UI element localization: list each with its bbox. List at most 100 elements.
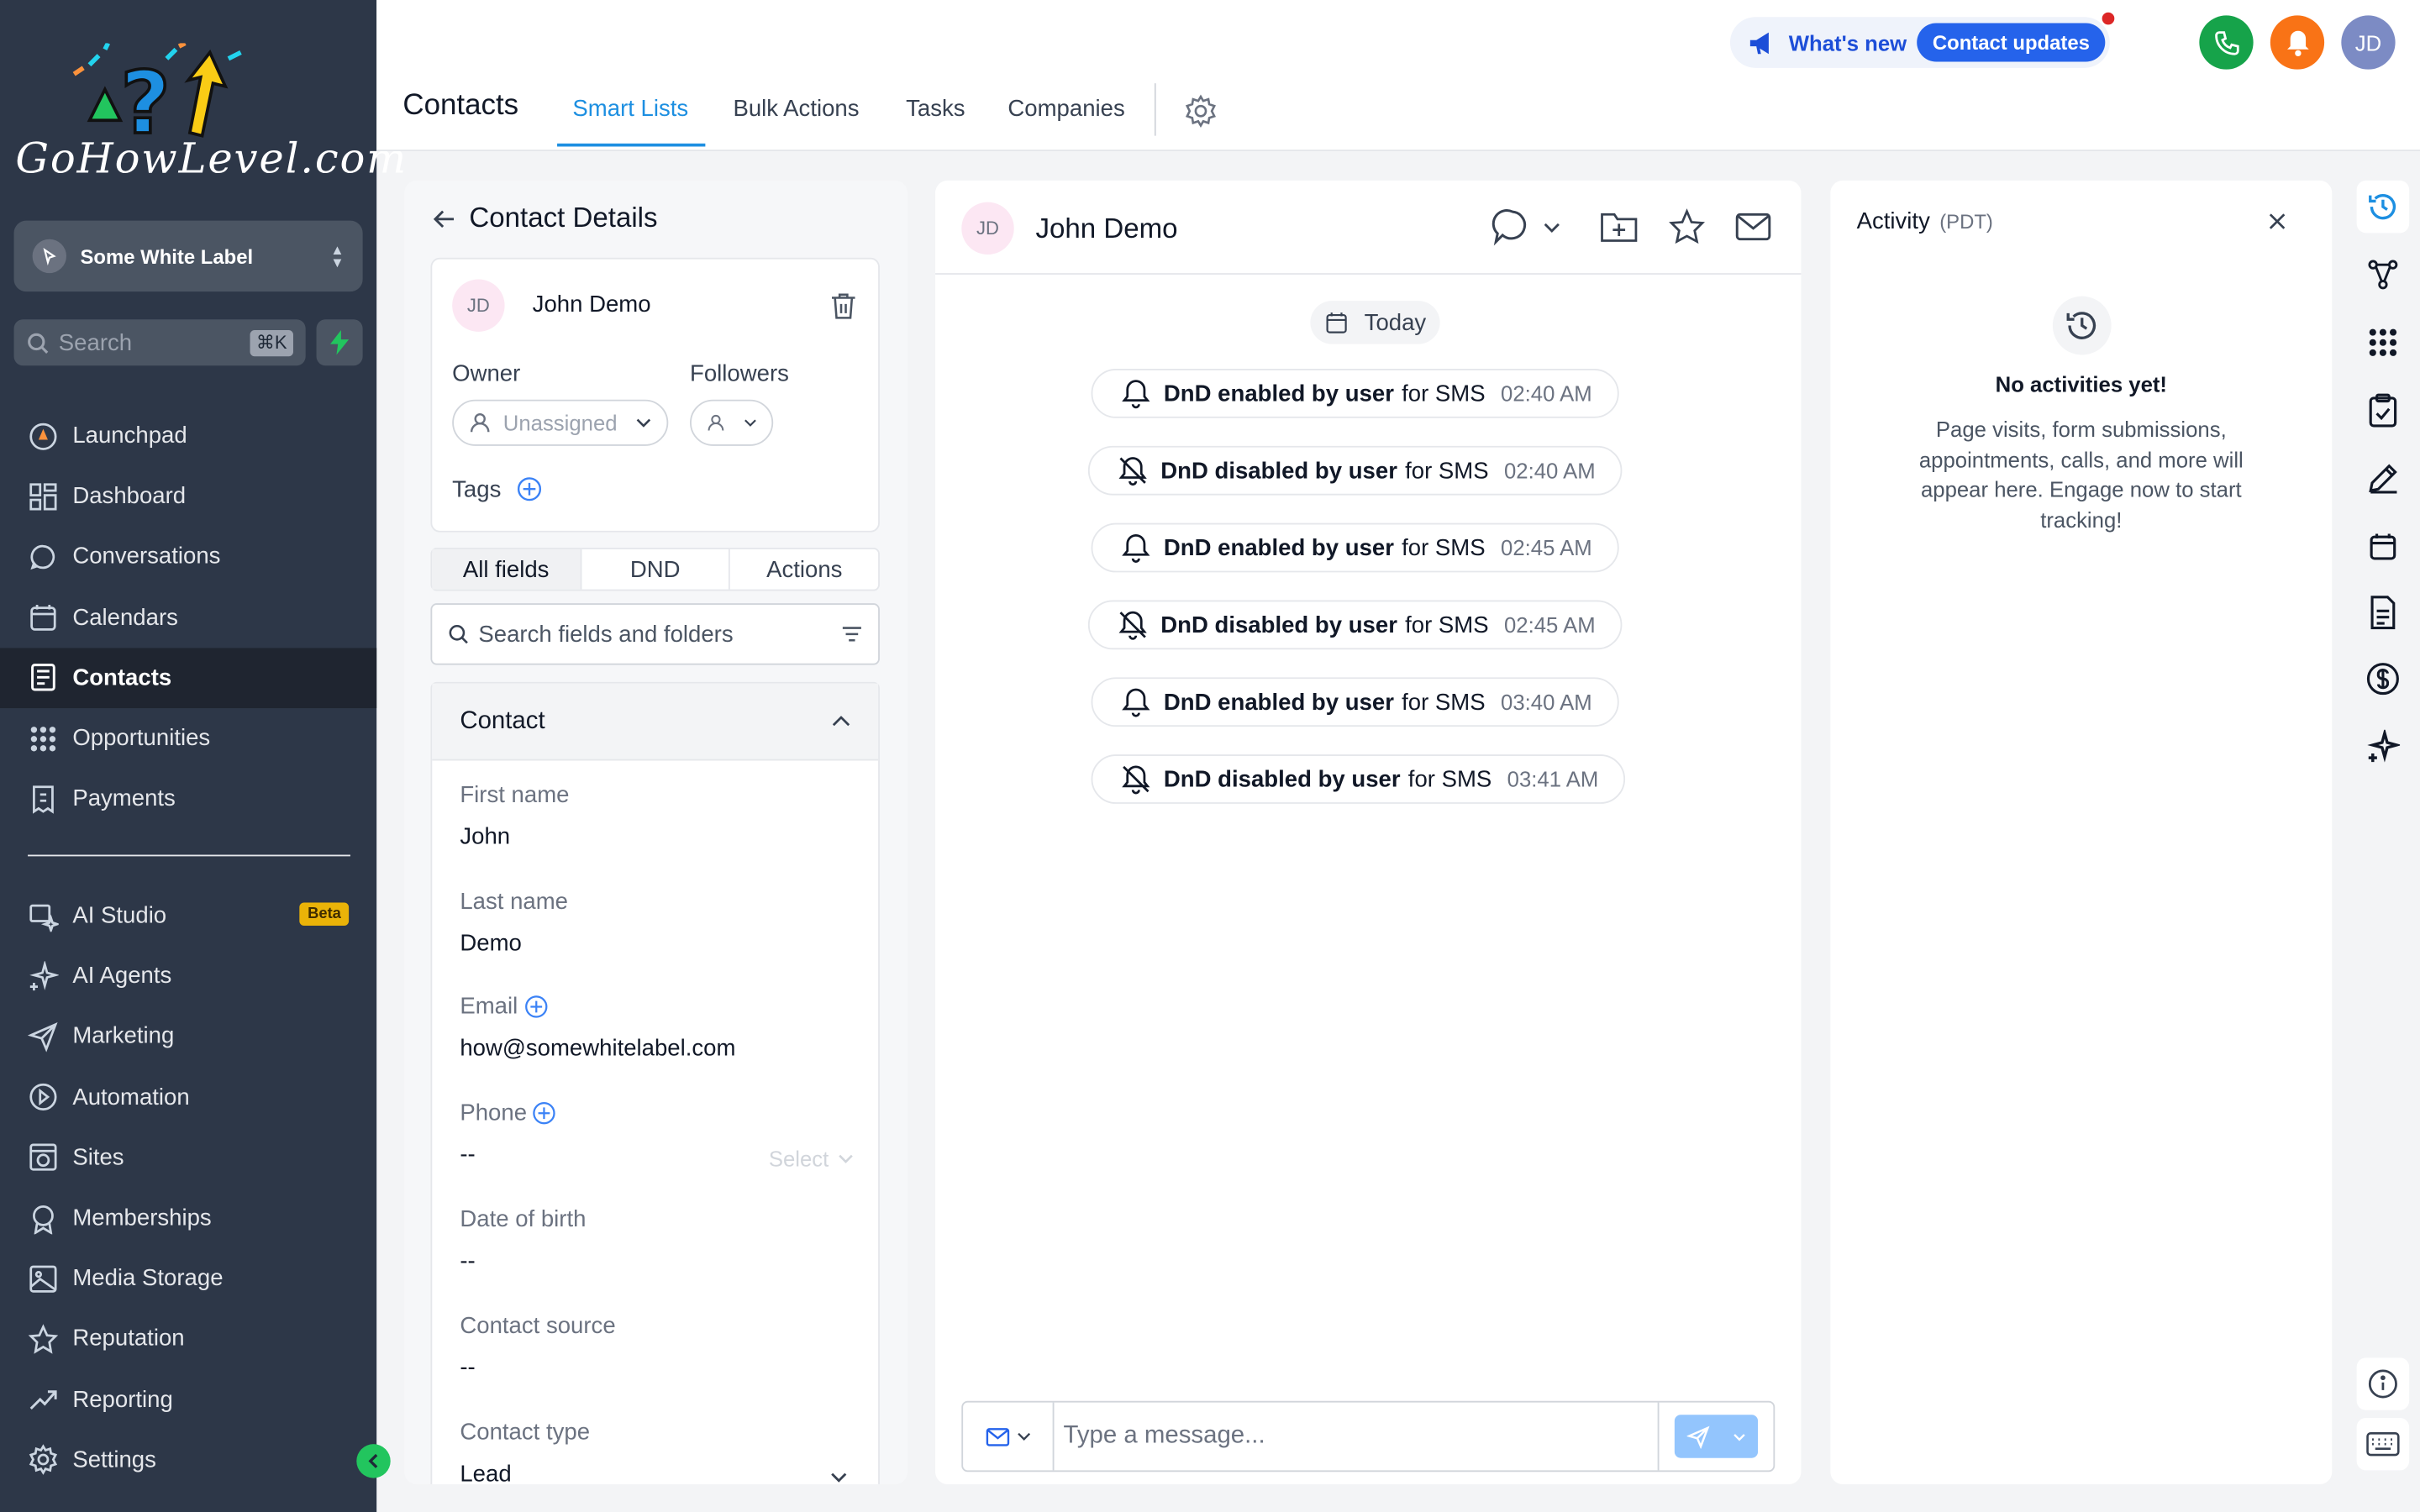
bolt-icon [330, 330, 350, 355]
event-suffix: for SMS [1402, 689, 1486, 716]
bell-off-icon [1118, 611, 1147, 640]
sidebar-item-ai-studio[interactable]: AI Studio Beta [0, 885, 376, 946]
event-suffix: for SMS [1407, 765, 1492, 793]
field-search-input[interactable]: Search fields and folders [430, 603, 880, 665]
owner-select[interactable]: Unassigned [452, 399, 669, 446]
field-first-name[interactable]: First name John [460, 782, 569, 850]
contacts-settings-button[interactable] [1184, 94, 1218, 136]
trash-icon[interactable] [830, 291, 856, 319]
sidebar-item-sites[interactable]: Sites [0, 1127, 376, 1188]
quick-action-button[interactable] [316, 319, 363, 366]
field-email[interactable]: Email how@somewhitelabel.com [460, 994, 735, 1062]
event-text: DnD disabled by user [1163, 765, 1401, 793]
sidebar-item-conversations[interactable]: Conversations [0, 527, 376, 587]
channel-select[interactable] [1491, 207, 1560, 247]
sidebar-nav-main: Launchpad Dashboard Conversations Calend… [0, 406, 377, 829]
tab-dnd[interactable]: DND [581, 549, 731, 590]
collapse-sidebar-button[interactable] [356, 1444, 391, 1478]
sidebar-item-marketing[interactable]: Marketing [0, 1006, 376, 1067]
sidebar-item-memberships[interactable]: Memberships [0, 1188, 376, 1248]
tab-smart-lists[interactable]: Smart Lists [572, 96, 688, 122]
composer-channel-select[interactable] [963, 1402, 1055, 1471]
rail-documents-button[interactable] [2357, 586, 2409, 638]
send-icon [1686, 1425, 1710, 1448]
followers-label: Followers [690, 360, 789, 388]
chevron-down-icon [636, 418, 651, 428]
chevron-down-icon [1544, 222, 1560, 233]
activity-panel: Activity (PDT) No activities yet! Page v… [1830, 180, 2333, 1484]
tab-bulk-actions[interactable]: Bulk Actions [733, 96, 859, 122]
sidebar-item-label: Calendars [72, 604, 178, 631]
section-header-contact[interactable]: Contact [432, 683, 879, 761]
close-icon[interactable] [2269, 213, 2286, 229]
field-phone[interactable]: Phone -- Select [460, 1100, 854, 1171]
sidebar-item-settings[interactable]: Settings [0, 1430, 376, 1490]
sidebar-item-calendars[interactable]: Calendars [0, 587, 376, 648]
event-time: 02:45 AM [1504, 612, 1596, 638]
sidebar-item-reporting[interactable]: Reporting [0, 1369, 376, 1430]
rail-opportunities-button[interactable] [2357, 317, 2409, 369]
mail-icon[interactable] [1734, 212, 1771, 243]
phone-button[interactable] [2199, 15, 2254, 70]
sidebar-item-label: Media Storage [72, 1265, 224, 1292]
event-suffix: for SMS [1402, 380, 1486, 407]
rail-payments-button[interactable] [2357, 653, 2409, 705]
contact-updates-button[interactable]: Contact updates [1917, 23, 2106, 62]
sidebar-item-launchpad[interactable]: Launchpad [0, 406, 376, 466]
add-email-icon[interactable] [524, 995, 548, 1019]
rail-keyboard-button[interactable] [2356, 1417, 2410, 1471]
sidebar-item-dashboard[interactable]: Dashboard [0, 466, 376, 527]
brand-logo[interactable]: ? GoHowLevel.com [13, 43, 406, 191]
rail-tasks-button[interactable] [2357, 384, 2409, 436]
tab-all-fields[interactable]: All fields [432, 549, 581, 590]
sidebar-item-label: Contacts [72, 664, 172, 691]
user-avatar[interactable]: JD [2341, 15, 2396, 70]
star-icon[interactable] [1669, 208, 1706, 245]
field-date-of-birth[interactable]: Date of birth -- [460, 1206, 586, 1274]
sidebar-search[interactable]: Search ⌘K [13, 319, 306, 366]
search-icon [449, 624, 468, 644]
notifications-button[interactable] [2270, 15, 2325, 70]
sidebar-item-label: Payments [72, 785, 176, 812]
rail-activity-button[interactable] [2356, 180, 2410, 234]
sidebar-item-reputation[interactable]: Reputation [0, 1309, 376, 1369]
rail-info-button[interactable] [2356, 1357, 2410, 1410]
owner-label: Owner [452, 360, 521, 388]
phone-type-select[interactable]: Select [769, 1147, 854, 1171]
sidebar-item-automation[interactable]: Automation [0, 1067, 376, 1127]
rail-appointments-button[interactable] [2357, 520, 2409, 572]
tab-actions[interactable]: Actions [730, 549, 878, 590]
rail-notes-button[interactable] [2357, 452, 2409, 504]
sidebar-item-media-storage[interactable]: Media Storage [0, 1248, 376, 1309]
followers-select[interactable] [690, 399, 774, 446]
field-last-name[interactable]: Last name Demo [460, 889, 568, 957]
whats-new-banner[interactable]: What's new Contact updates [1729, 17, 2110, 68]
tab-tasks[interactable]: Tasks [906, 96, 965, 122]
sidebar-item-payments[interactable]: Payments [0, 769, 376, 829]
sidebar-item-label: Reputation [72, 1326, 185, 1352]
send-button[interactable] [1674, 1415, 1759, 1458]
phone-icon [2214, 30, 2238, 55]
add-tag-icon[interactable] [517, 477, 542, 501]
add-phone-icon[interactable] [533, 1101, 556, 1125]
contact-details-title: Contact Details [469, 202, 658, 234]
sidebar-item-contacts[interactable]: Contacts [0, 647, 377, 708]
tab-companies[interactable]: Companies [1007, 96, 1124, 122]
field-contact-type[interactable]: Contact type Lead [460, 1420, 853, 1484]
bell-off-icon [1122, 765, 1150, 795]
filter-icon[interactable] [841, 625, 863, 643]
rail-ai-button[interactable] [2357, 721, 2409, 773]
activity-event: DnD disabled by user for SMS 02:40 AM [1087, 445, 1622, 496]
field-contact-source[interactable]: Contact source -- [460, 1313, 615, 1381]
bell-icon [1122, 688, 1150, 717]
keyboard-icon [2366, 1432, 2400, 1457]
sidebar-item-ai-agents[interactable]: AI Agents [0, 946, 376, 1006]
message-input[interactable]: Type a message... [1054, 1422, 1657, 1450]
sidebar-item-opportunities[interactable]: Opportunities [0, 708, 376, 769]
back-arrow-icon[interactable] [432, 206, 456, 230]
account-switcher[interactable]: Some White Label ▲ ▼ [13, 220, 363, 292]
folder-add-icon[interactable] [1599, 208, 1639, 245]
sparkles-icon [29, 960, 59, 990]
rail-workflow-button[interactable] [2357, 249, 2409, 301]
activity-title-text: Activity [1856, 207, 1930, 235]
